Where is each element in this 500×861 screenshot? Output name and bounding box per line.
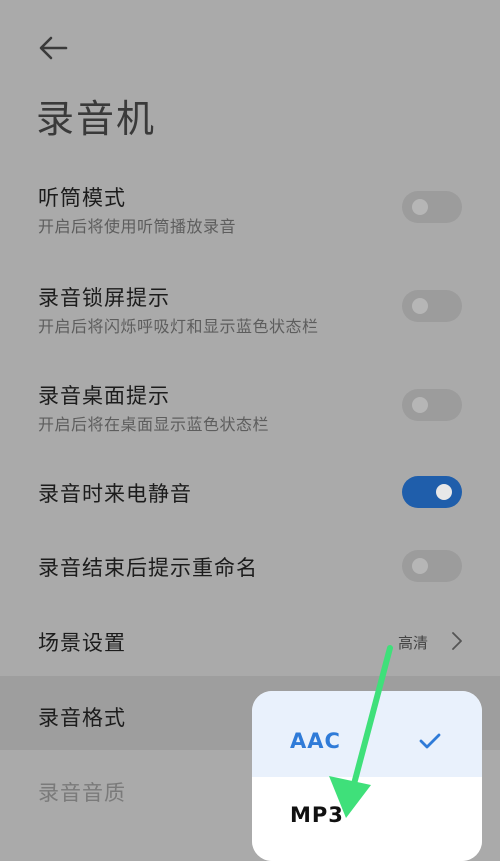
lockscreen-hint-toggle[interactable] <box>402 290 462 322</box>
format-menu: AAC MP3 <box>252 691 482 861</box>
setting-row-scene[interactable]: 场景设置 高清 <box>0 625 500 661</box>
toggle-knob <box>412 397 428 413</box>
setting-row-desktop-hint[interactable]: 录音桌面提示 开启后将在桌面显示蓝色状态栏 <box>0 378 500 442</box>
option-label: AAC <box>290 729 341 753</box>
setting-row-lockscreen-hint[interactable]: 录音锁屏提示 开启后将闪烁呼吸灯和显示蓝色状态栏 <box>0 280 500 344</box>
setting-label: 场景设置 <box>38 631 126 655</box>
rename-prompt-toggle[interactable] <box>402 550 462 582</box>
toggle-knob <box>436 484 452 500</box>
setting-description: 开启后将在桌面显示蓝色状态栏 <box>38 415 270 434</box>
chevron-right-icon <box>452 632 462 650</box>
toggle-knob <box>412 558 428 574</box>
setting-row-rename-prompt[interactable]: 录音结束后提示重命名 <box>0 550 500 586</box>
checkmark-icon <box>419 733 441 749</box>
mute-calls-toggle[interactable] <box>402 476 462 508</box>
toggle-knob <box>412 298 428 314</box>
back-arrow-icon[interactable] <box>36 30 72 66</box>
page-title: 录音机 <box>36 97 157 141</box>
format-option-aac[interactable]: AAC <box>252 691 482 777</box>
setting-label: 录音锁屏提示 <box>38 286 170 310</box>
setting-description: 开启后将使用听筒播放录音 <box>38 217 237 236</box>
setting-row-earpiece-mode[interactable]: 听筒模式 开启后将使用听筒播放录音 <box>0 180 500 244</box>
option-label: MP3 <box>290 803 344 827</box>
desktop-hint-toggle[interactable] <box>402 389 462 421</box>
format-option-mp3[interactable]: MP3 <box>252 777 482 861</box>
scene-value: 高清 <box>398 634 429 652</box>
setting-description: 开启后将闪烁呼吸灯和显示蓝色状态栏 <box>38 317 319 336</box>
setting-label: 录音桌面提示 <box>38 384 170 408</box>
toggle-knob <box>412 199 428 215</box>
setting-label: 录音音质 <box>38 781 126 805</box>
setting-label: 录音结束后提示重命名 <box>38 556 258 580</box>
earpiece-mode-toggle[interactable] <box>402 191 462 223</box>
setting-label: 录音格式 <box>38 706 126 730</box>
setting-label: 听筒模式 <box>38 186 126 210</box>
setting-row-mute-calls[interactable]: 录音时来电静音 <box>0 476 500 512</box>
setting-label: 录音时来电静音 <box>38 482 192 506</box>
